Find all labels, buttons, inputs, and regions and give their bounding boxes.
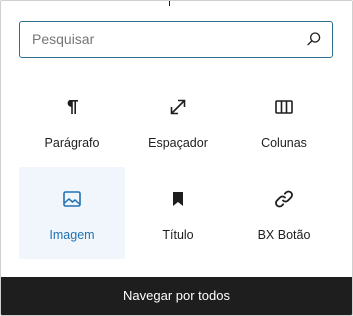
block-item-image[interactable]: Imagem bbox=[19, 167, 125, 259]
block-item-paragraph[interactable]: Parágrafo bbox=[19, 75, 125, 167]
link-icon bbox=[275, 190, 293, 208]
image-icon bbox=[63, 191, 81, 207]
resize-arrows-icon bbox=[170, 99, 186, 115]
columns-icon bbox=[275, 100, 293, 114]
block-inserter-popover: Parágrafo Espaçador Colunas bbox=[0, 0, 353, 316]
block-item-bx-button[interactable]: BX Botão bbox=[231, 167, 337, 259]
block-item-label: Título bbox=[162, 228, 194, 242]
block-item-heading[interactable]: Título bbox=[125, 167, 231, 259]
block-item-label: Colunas bbox=[261, 136, 307, 150]
search-field[interactable] bbox=[19, 21, 333, 58]
block-item-label: BX Botão bbox=[257, 228, 311, 242]
bookmark-icon bbox=[173, 192, 183, 206]
block-item-label: Parágrafo bbox=[44, 136, 100, 150]
block-item-spacer[interactable]: Espaçador bbox=[125, 75, 231, 167]
search-input[interactable] bbox=[32, 22, 292, 56]
search-icon[interactable] bbox=[305, 30, 323, 48]
paragraph-icon bbox=[67, 99, 78, 114]
block-item-columns[interactable]: Colunas bbox=[231, 75, 337, 167]
block-item-label: Imagem bbox=[49, 228, 95, 242]
browse-all-button[interactable]: Navegar por todos bbox=[1, 277, 352, 315]
block-item-label: Espaçador bbox=[148, 136, 208, 150]
popover-notch bbox=[169, 1, 170, 6]
browse-all-label: Navegar por todos bbox=[123, 288, 230, 303]
